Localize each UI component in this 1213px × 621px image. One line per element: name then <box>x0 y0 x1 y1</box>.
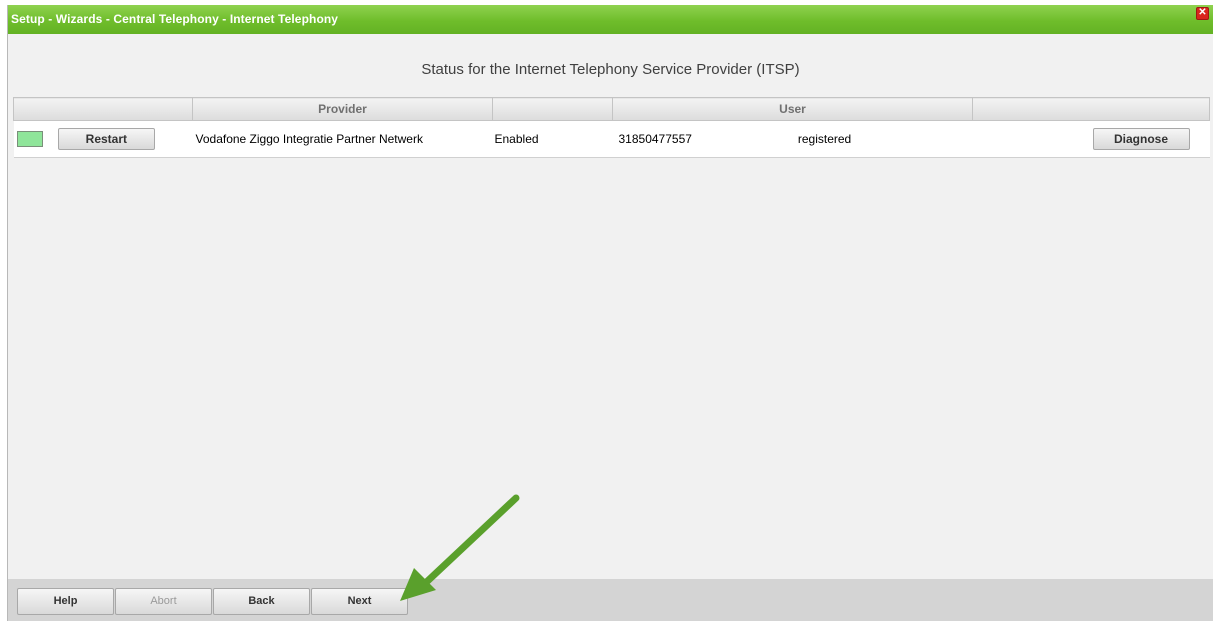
provider-name: Vodafone Ziggo Integratie Partner Netwer… <box>195 132 423 146</box>
column-header-user: User <box>612 97 973 121</box>
provider-state: Enabled <box>494 132 539 146</box>
user-number: 31850477557 <box>618 132 692 146</box>
state-cell: Enabled <box>492 120 613 158</box>
itsp-status-table: Provider User Restart Vodafone Ziggo Int… <box>13 97 1210 158</box>
status-cell: Restart <box>13 120 193 158</box>
user-cell: 31850477557 registered <box>612 120 973 158</box>
help-button[interactable]: Help <box>17 588 114 615</box>
column-header-provider: Provider <box>192 97 493 121</box>
status-indicator <box>16 131 43 147</box>
provider-cell: Vodafone Ziggo Integratie Partner Netwer… <box>192 120 493 158</box>
window-title: Setup - Wizards - Central Telephony - In… <box>11 12 339 26</box>
title-bar: Setup - Wizards - Central Telephony - In… <box>8 5 1213 34</box>
column-header-state <box>492 97 613 121</box>
page: Setup - Wizards - Central Telephony - In… <box>0 0 1213 621</box>
wizard-window: Setup - Wizards - Central Telephony - In… <box>7 5 1213 621</box>
table-header-row: Provider User <box>13 97 1210 121</box>
table-row: Restart Vodafone Ziggo Integratie Partne… <box>13 120 1210 158</box>
column-header-status <box>13 97 193 121</box>
page-heading: Status for the Internet Telephony Servic… <box>421 61 800 78</box>
abort-button: Abort <box>115 588 212 615</box>
close-icon[interactable]: ✕ <box>1196 7 1209 20</box>
actions-cell: Diagnose <box>972 120 1210 158</box>
diagnose-button[interactable]: Diagnose <box>1092 128 1190 150</box>
wizard-navigation-bar: Help Abort Back Next <box>8 579 1213 621</box>
next-button[interactable]: Next <box>311 588 408 615</box>
registration-status: registered <box>797 132 852 146</box>
back-button[interactable]: Back <box>213 588 310 615</box>
restart-button[interactable]: Restart <box>57 128 155 150</box>
column-header-actions <box>972 97 1210 121</box>
